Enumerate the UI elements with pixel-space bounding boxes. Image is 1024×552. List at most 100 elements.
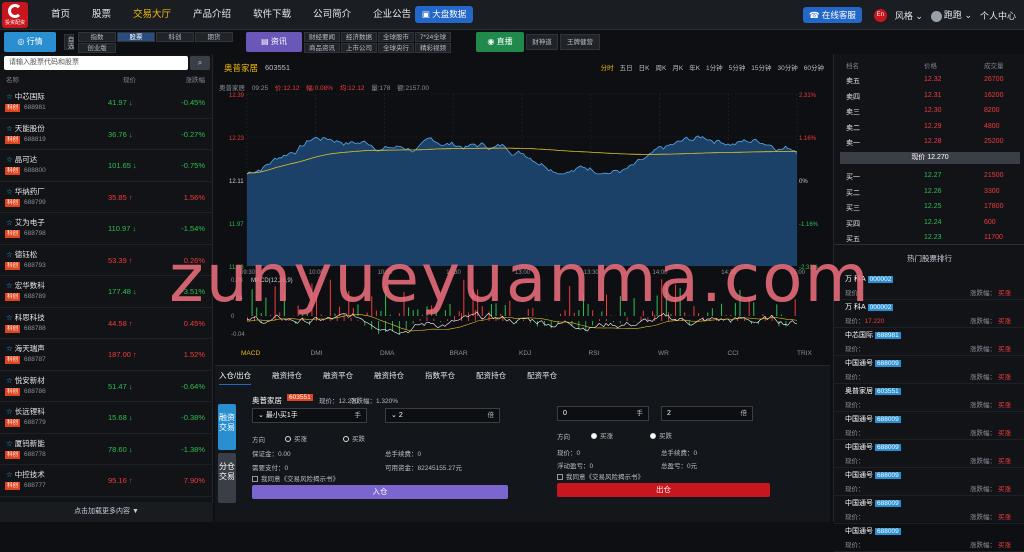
- exit-quantity-input[interactable]: 0手: [557, 406, 649, 421]
- indicator-tab[interactable]: WR: [658, 350, 669, 357]
- hot-stock-item[interactable]: 中国通号688009现价：涨跌幅：买涨: [834, 522, 1024, 552]
- news-tab[interactable]: ▤ 资讯: [246, 32, 302, 52]
- stock-row[interactable]: ☆悦安新材科创68878651.47 ↓-0.64%: [0, 371, 213, 403]
- stock-row[interactable]: ☆中控技术科创68877795.16 ↑7.90%: [0, 465, 213, 497]
- star-icon[interactable]: ☆: [6, 344, 13, 353]
- hot-buy-up-link[interactable]: 买涨: [998, 511, 1011, 521]
- buy-down-radio[interactable]: 买跌: [343, 433, 365, 443]
- star-icon[interactable]: ☆: [6, 124, 13, 133]
- star-icon[interactable]: ☆: [6, 155, 13, 164]
- hot-buy-up-link[interactable]: 买涨: [998, 483, 1011, 493]
- market-tab[interactable]: ◎ 行情: [4, 32, 56, 52]
- indicator-tab[interactable]: RSI: [589, 350, 600, 357]
- search-icon[interactable]: ⌕: [190, 56, 210, 70]
- nav-company[interactable]: 公司简介: [302, 0, 362, 30]
- star-icon[interactable]: ☆: [6, 407, 13, 416]
- indicator-tab[interactable]: TRIX: [797, 350, 812, 357]
- hot-buy-up-link[interactable]: 买涨: [998, 287, 1011, 297]
- nav-home[interactable]: 首页: [40, 0, 81, 30]
- hot-stock-item[interactable]: 万 科A000002现价：涨跌幅：买涨: [834, 270, 1024, 300]
- search-input[interactable]: 请输入股票代码和股票: [4, 56, 188, 70]
- news-link-listed[interactable]: 上市公司: [341, 43, 377, 53]
- hot-stock-item[interactable]: 万 科A000002现价：17.220涨跌幅：买涨: [834, 298, 1024, 328]
- hot-buy-up-link[interactable]: 买涨: [998, 371, 1011, 381]
- trade-tab[interactable]: 配资持仓: [476, 370, 506, 385]
- watchlist-tab[interactable]: 自选: [64, 34, 74, 50]
- exit-buy-up-radio[interactable]: 买涨: [591, 430, 613, 440]
- style-menu[interactable]: 风格 ⌄: [895, 9, 923, 22]
- logo[interactable]: 投资配资: [2, 2, 28, 28]
- news-link-724[interactable]: 7*24全球: [415, 32, 451, 42]
- load-more-button[interactable]: 点击加载更多内容 ▼: [0, 502, 213, 522]
- news-link-video[interactable]: 精彩视频: [415, 43, 451, 53]
- news-link-global-stocks[interactable]: 全球股市: [378, 32, 414, 42]
- trade-tab[interactable]: 融资持仓: [374, 370, 404, 385]
- hot-buy-up-link[interactable]: 买涨: [998, 539, 1011, 549]
- nav-software[interactable]: 软件下载: [242, 0, 302, 30]
- star-icon[interactable]: ☆: [6, 281, 13, 290]
- user-menu[interactable]: 跑跑 ⌄: [931, 8, 972, 21]
- news-link-central-bank[interactable]: 全球央行: [378, 43, 414, 53]
- index-tab[interactable]: 指数: [78, 32, 116, 42]
- hot-stock-item[interactable]: 中国通号688009现价：涨跌幅：买涨: [834, 494, 1024, 524]
- hot-buy-up-link[interactable]: 买涨: [998, 399, 1011, 409]
- futures-tab[interactable]: 期货: [195, 32, 233, 42]
- indicator-tab[interactable]: CCI: [728, 350, 739, 357]
- trade-tab[interactable]: 配资平仓: [527, 370, 557, 385]
- star-icon[interactable]: ☆: [6, 376, 13, 385]
- live-link-wangpai[interactable]: 王牌健营: [560, 34, 600, 50]
- nav-trading-hall[interactable]: 交易大厅: [122, 0, 182, 30]
- hot-buy-up-link[interactable]: 买涨: [998, 343, 1011, 353]
- hot-stock-item[interactable]: 中国通号688009现价：涨跌幅：买涨: [834, 438, 1024, 468]
- personal-center-link[interactable]: 个人中心: [980, 9, 1016, 22]
- trade-tab[interactable]: 入仓/出仓: [219, 370, 251, 385]
- star-icon[interactable]: ☆: [6, 439, 13, 448]
- split-trade-side-tab[interactable]: 分仓交易: [218, 453, 236, 503]
- chuangye-tab[interactable]: 创业版: [78, 43, 116, 53]
- indicator-tab[interactable]: DMI: [311, 350, 323, 357]
- news-link-economy[interactable]: 经济数据: [341, 32, 377, 42]
- stock-row[interactable]: ☆天能股份科创68881936.76 ↓-0.27%: [0, 119, 213, 151]
- leverage-select[interactable]: ⌄ 2倍: [385, 408, 500, 423]
- star-icon[interactable]: ☆: [6, 92, 13, 101]
- star-icon[interactable]: ☆: [6, 470, 13, 479]
- agree-checkbox[interactable]: 我同意《交易风险揭示书》: [252, 473, 339, 483]
- stock-row[interactable]: ☆晶可达科创688800101.65 ↓-0.75%: [0, 150, 213, 182]
- star-icon[interactable]: ☆: [6, 313, 13, 322]
- news-link-commodity[interactable]: 商品资讯: [304, 43, 340, 53]
- nav-products[interactable]: 产品介绍: [182, 0, 242, 30]
- stock-row[interactable]: ☆厦钨新能科创68877878.60 ↓-1.38%: [0, 434, 213, 466]
- enter-position-button[interactable]: 入仓: [252, 485, 508, 499]
- hot-stock-item[interactable]: 中芯国际688981现价：涨跌幅：买涨: [834, 326, 1024, 356]
- kechuang-tab[interactable]: 科创: [156, 32, 194, 42]
- online-service-button[interactable]: ☎ 在线客服: [803, 7, 862, 23]
- stock-row[interactable]: ☆科思科技科创68878844.58 ↑0.45%: [0, 308, 213, 340]
- live-link-caishendao[interactable]: 财神道: [526, 34, 558, 50]
- news-link-finance[interactable]: 财经要闻: [304, 32, 340, 42]
- buy-up-radio[interactable]: 买涨: [285, 433, 307, 443]
- trade-tab[interactable]: 指数平仓: [425, 370, 455, 385]
- stock-row[interactable]: ☆海天瑞声科创688787187.00 ↑1.52%: [0, 339, 213, 371]
- live-tab[interactable]: ◉ 直播: [476, 32, 524, 52]
- indicator-tab[interactable]: DMA: [380, 350, 394, 357]
- exit-buy-down-radio[interactable]: 买跌: [650, 430, 672, 440]
- trade-tab[interactable]: 融资平仓: [323, 370, 353, 385]
- star-icon[interactable]: ☆: [6, 218, 13, 227]
- star-icon[interactable]: ☆: [6, 187, 13, 196]
- intraday-chart[interactable]: 12.3912.2312.1111.9711.832.31%1.16%0%-1.…: [215, 54, 830, 344]
- exit-leverage-input[interactable]: 2倍: [661, 406, 753, 421]
- hot-stock-item[interactable]: 奥普家居603551现价：涨跌幅：买涨: [834, 382, 1024, 412]
- indicator-tab[interactable]: KDJ: [519, 350, 531, 357]
- quantity-mode-select[interactable]: ⌄ 最小买1手手: [252, 408, 367, 423]
- language-toggle[interactable]: En: [874, 9, 887, 22]
- stocks-tab[interactable]: 股票: [117, 32, 155, 42]
- stock-row[interactable]: ☆德钰松科创68879353.39 ↑0.26%: [0, 245, 213, 277]
- hot-buy-up-link[interactable]: 买涨: [998, 455, 1011, 465]
- hot-stock-item[interactable]: 中国通号688009现价：涨跌幅：买涨: [834, 410, 1024, 440]
- stock-row[interactable]: ☆中芯国际科创68898141.97 ↓-0.45%: [0, 87, 213, 119]
- hot-stock-item[interactable]: 中国通号688009现价：涨跌幅：买涨: [834, 354, 1024, 384]
- hot-buy-up-link[interactable]: 买涨: [998, 427, 1011, 437]
- nav-notices[interactable]: 企业公告: [362, 0, 422, 30]
- stock-row[interactable]: ☆华纳药厂科创68879935.85 ↑1.56%: [0, 182, 213, 214]
- exit-agree-checkbox[interactable]: 我同意《交易风险揭示书》: [557, 471, 644, 481]
